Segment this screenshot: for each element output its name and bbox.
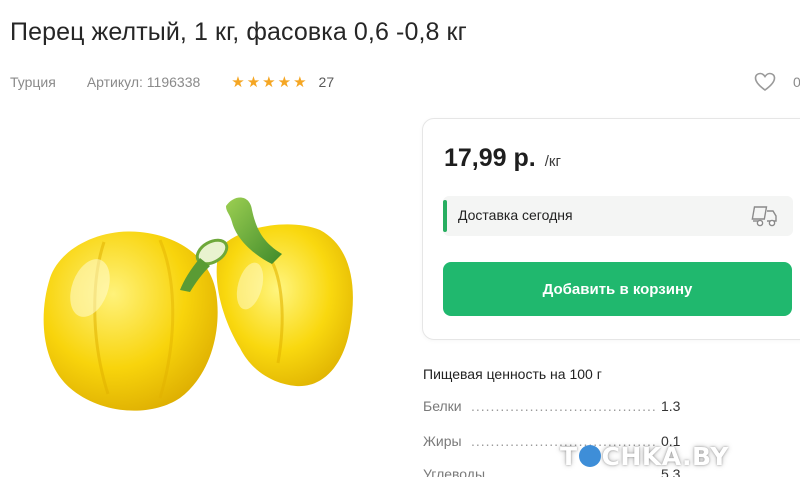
star-icon: ★ — [262, 73, 276, 91]
nutrition-label: Белки — [423, 398, 462, 414]
heart-icon — [754, 72, 776, 91]
price: 17,99 р. — [444, 144, 536, 172]
country-label: Турция — [10, 74, 56, 90]
delivery-info: Доставка сегодня — [443, 196, 793, 236]
pepper-illustration — [43, 197, 353, 411]
add-to-cart-button[interactable]: Добавить в корзину — [443, 262, 792, 316]
watermark-dot-icon — [578, 445, 601, 467]
reviews-count[interactable]: 27 — [319, 74, 335, 90]
rating-stars[interactable]: ★ ★ ★ ★ ★ — [231, 75, 306, 90]
star-icon: ★ — [277, 73, 292, 91]
nutrition-label: Жиры — [423, 433, 462, 449]
site-watermark: T CHKA.BY — [560, 438, 729, 474]
price-unit: /кг — [544, 153, 561, 170]
truck-icon — [751, 206, 777, 227]
star-icon: ★ — [246, 73, 261, 91]
delivery-accent-bar — [443, 200, 447, 232]
star-icon: ★ — [231, 73, 245, 91]
delivery-label: Доставка сегодня — [458, 207, 573, 223]
nutrition-row-protein: Белки ..................................… — [423, 398, 783, 418]
dotted-leader: ........................................… — [471, 398, 657, 414]
watermark-text-end: CHKA.BY — [601, 441, 729, 471]
buy-box: 17,99 р. /кг Доставка сегодня Добавить в… — [422, 118, 800, 340]
product-image — [20, 188, 370, 420]
article-number: Артикул: 1196338 — [86, 74, 201, 90]
price-row: 17,99 р. /кг — [444, 144, 561, 173]
watermark-text-start: T — [560, 441, 578, 471]
product-title: Перец желтый, 1 кг, фасовка 0,6 -0,8 кг — [10, 18, 467, 46]
nutrition-title: Пищевая ценность на 100 г — [423, 366, 602, 382]
favorite-button[interactable] — [754, 72, 776, 92]
star-icon: ★ — [293, 73, 307, 91]
nutrition-value: 1.3 — [661, 398, 681, 414]
favorites-count: 0 — [793, 74, 800, 90]
product-meta: Турция Артикул: 1196338 ★ ★ ★ ★ ★ 27 — [10, 72, 334, 92]
